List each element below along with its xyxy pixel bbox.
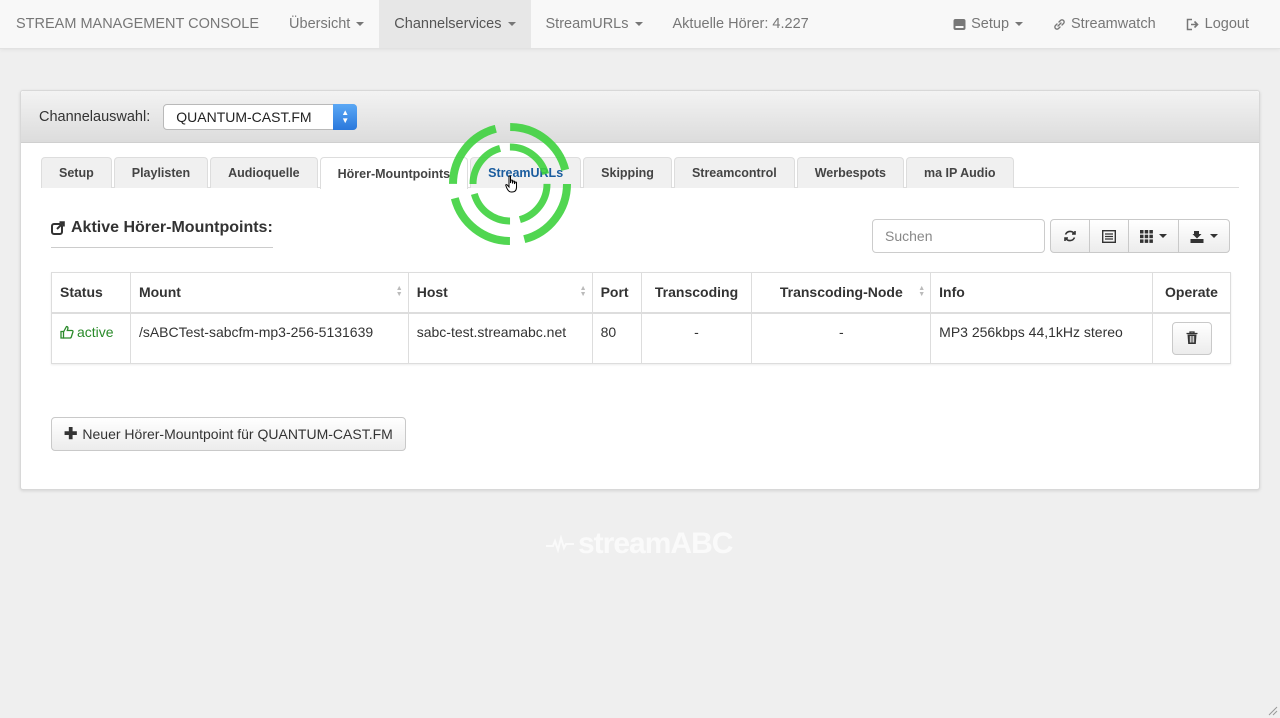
select-arrows-icon: ▲ ▼ (333, 103, 358, 130)
cell-port: 80 (591, 312, 642, 364)
export-button[interactable] (1178, 219, 1230, 253)
grid-icon (1140, 229, 1153, 243)
tab-bar: Setup Playlisten Audioquelle Hörer-Mount… (41, 157, 1239, 189)
cell-status: active (51, 312, 131, 364)
tab-streamcontrol[interactable]: Streamcontrol (673, 157, 795, 188)
search-input[interactable] (872, 219, 1045, 253)
brand-title[interactable]: STREAM MANAGEMENT CONSOLE (0, 0, 274, 48)
tab-skipping[interactable]: Skipping (583, 157, 672, 188)
external-link-icon (51, 221, 65, 235)
refresh-button[interactable] (1050, 219, 1090, 253)
col-status[interactable]: Status (51, 272, 131, 314)
hand-cursor-icon (505, 175, 517, 193)
link-icon (1054, 18, 1065, 30)
col-transcoding-node[interactable]: Transcoding-Node ▲ ▼ (751, 272, 932, 314)
list-alt-icon (1102, 229, 1116, 243)
table-row: active /sABCTest-sabcfm-mp3-256-5131639 … (51, 312, 1231, 364)
caret-down-icon (1210, 234, 1218, 238)
resize-grip-icon[interactable] (1266, 704, 1278, 716)
panel-header: Channelauswahl: QUANTUM-CAST.FM ▲ ▼ (21, 91, 1259, 143)
cell-host: sabc-test.streamabc.net (407, 312, 593, 364)
channel-select-label: Channelauswahl: (39, 108, 151, 125)
caret-down-icon (634, 22, 643, 26)
thumbs-up-icon (60, 325, 74, 339)
trash-icon (1186, 331, 1197, 344)
table-header-row: Status Mount ▲ ▼ Host ▲ ▼ Port Transcoding T… (51, 272, 1231, 314)
delete-button[interactable] (1171, 321, 1212, 355)
col-operate: Operate (1152, 272, 1231, 314)
top-navbar: STREAM MANAGEMENT CONSOLE Übersicht Chan… (0, 0, 1280, 49)
cell-info: MP3 256kbps 44,1kHz stereo (930, 312, 1153, 364)
columns-button[interactable] (1128, 219, 1179, 253)
col-host[interactable]: Host ▲ ▼ (407, 272, 593, 314)
nav-setup[interactable]: Setup (938, 0, 1038, 48)
status-badge: active (60, 324, 122, 340)
tab-werbespots[interactable]: Werbespots (796, 157, 905, 188)
tab-setup[interactable]: Setup (41, 157, 112, 188)
hdd-icon (953, 18, 966, 30)
nav-channelservices[interactable]: Channelservices (379, 0, 531, 48)
caret-down-icon (356, 22, 365, 26)
nav-logout[interactable]: Logout (1171, 0, 1264, 48)
caret-down-icon (1159, 234, 1167, 238)
streamabc-logo: stream ABC (546, 527, 733, 561)
sort-icon: ▲ ▼ (918, 285, 926, 298)
tab-streamurls[interactable]: StreamURLs (470, 157, 582, 188)
mountpoints-table: Status Mount ▲ ▼ Host ▲ ▼ Port Transcoding T… (51, 272, 1231, 364)
sort-icon: ▲ ▼ (395, 285, 403, 298)
nav-streamurls[interactable]: StreamURLs (531, 0, 658, 48)
col-transcoding[interactable]: Transcoding (640, 272, 753, 314)
col-info[interactable]: Info (930, 272, 1153, 314)
cell-operate (1152, 312, 1231, 364)
tab-playlisten[interactable]: Playlisten (113, 157, 209, 188)
sort-icon: ▲ ▼ (579, 285, 587, 298)
channel-select[interactable]: QUANTUM-CAST.FM ▲ ▼ (163, 103, 358, 130)
caret-down-icon (1015, 22, 1024, 26)
caret-down-icon (507, 22, 516, 26)
plus-icon: ✚ (64, 426, 78, 443)
col-port[interactable]: Port (591, 272, 642, 314)
col-mount[interactable]: Mount ▲ ▼ (129, 272, 409, 314)
download-icon (1190, 230, 1204, 243)
nav-streamwatch[interactable]: Streamwatch (1038, 0, 1171, 48)
cell-transcoding: - (640, 312, 753, 364)
nav-uebersicht[interactable]: Übersicht (274, 0, 379, 48)
waveform-icon (546, 535, 574, 553)
new-mountpoint-button[interactable]: ✚ Neuer Hörer-Mountpoint für QUANTUM-CAS… (51, 417, 406, 451)
tab-hoerer-mountpoints[interactable]: Hörer-Mountpoints (319, 157, 469, 189)
refresh-icon (1064, 230, 1076, 242)
channel-panel: Channelauswahl: QUANTUM-CAST.FM ▲ ▼ Setup… (20, 90, 1260, 490)
cell-transcoding-node: - (751, 312, 932, 364)
tab-audioquelle[interactable]: Audioquelle (210, 157, 318, 188)
logout-icon (1186, 18, 1199, 30)
cell-mount: /sABCTest-sabcfm-mp3-256-5131639 (129, 312, 409, 364)
tab-ma-ip-audio[interactable]: ma IP Audio (906, 157, 1014, 188)
section-title: Aktive Hörer-Mountpoints: (51, 219, 273, 248)
nav-current-listeners: Aktuelle Hörer: 4.227 (672, 16, 809, 32)
table-toolbar (1050, 219, 1230, 253)
toggle-view-button[interactable] (1089, 219, 1129, 253)
